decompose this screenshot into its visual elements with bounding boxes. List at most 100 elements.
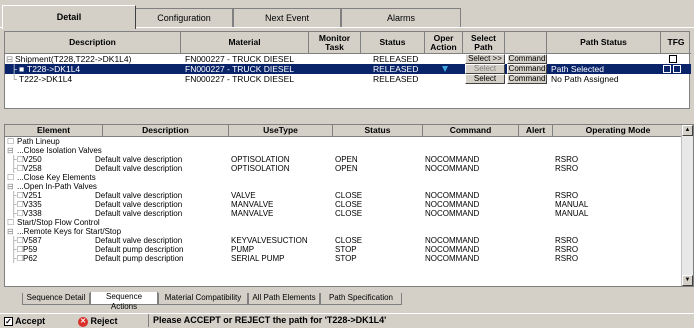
shipment-row-selected[interactable]: ├ ■ T228->DK1L4 FN000227 - TRUCK DIESEL … xyxy=(5,64,691,74)
scroll-down-icon[interactable]: ▼ xyxy=(682,275,693,286)
accept-label: Accept xyxy=(15,316,46,326)
scroll-up-icon[interactable]: ▲ xyxy=(682,125,693,136)
operating-mode-cell: RSRO xyxy=(555,155,579,164)
group-row[interactable]: ☐ ...Close Key Elements xyxy=(5,173,683,182)
tree-node-icon[interactable]: ├☐ xyxy=(11,191,24,200)
description-cell: Default valve description xyxy=(95,155,183,164)
tab-next-event[interactable]: Next Event xyxy=(233,8,341,28)
accept-button[interactable]: ✓ Accept xyxy=(4,315,64,328)
element-cell: ...Close Key Elements xyxy=(17,173,96,182)
table-row[interactable]: ├☐ V335 Default valve description MANVALVE C… xyxy=(5,200,683,209)
row-material: FN000227 - TRUCK DIESEL xyxy=(185,64,294,74)
tab-sequence-actions[interactable]: Sequence Actions xyxy=(90,292,158,311)
table-row[interactable]: ├☐ P62 Default pump description SERIAL PUMP… xyxy=(5,254,683,263)
status-message: Please ACCEPT or REJECT the path for 'T2… xyxy=(148,314,386,327)
table-row[interactable]: ├☐ V258 Default valve description OPTISOLAT… xyxy=(5,164,683,173)
vertical-scrollbar[interactable]: ▲ ▼ xyxy=(681,125,693,286)
command-button[interactable]: Command xyxy=(507,54,547,64)
expand-icon[interactable]: ⊟ xyxy=(7,146,14,155)
col-usetype[interactable]: UseType xyxy=(229,125,333,137)
row-status: RELEASED xyxy=(373,54,419,64)
tree-node-icon[interactable]: ├☐ xyxy=(11,245,24,254)
table-row[interactable]: ├☐ V587 Default valve description KEYVALVES… xyxy=(5,236,683,245)
col-command[interactable]: Command xyxy=(423,125,519,137)
element-cell: ...Close Isolation Valves xyxy=(17,146,102,155)
col-description[interactable]: Description xyxy=(103,125,229,137)
col-operating-mode[interactable]: Operating Mode xyxy=(553,125,683,137)
shipment-row[interactable]: ⊟ Shipment(T228,T222->DK1L4) FN000227 - … xyxy=(5,54,691,64)
group-row[interactable]: ⊟ ...Close Isolation Valves xyxy=(5,146,683,155)
group-row[interactable]: ⊟ ...Remote Keys for Start/Stop xyxy=(5,227,683,236)
select-button[interactable]: Select xyxy=(465,74,505,84)
expand-icon[interactable]: ☐ xyxy=(7,218,14,227)
expand-icon[interactable]: ⊟ xyxy=(7,227,14,236)
table-row[interactable]: ├☐ V250 Default valve description OPTISOLAT… xyxy=(5,155,683,164)
description-cell: Default valve description xyxy=(95,209,183,218)
group-row[interactable]: ⊟ ...Open In-Path Valves xyxy=(5,182,683,191)
usetype-cell: SERIAL PUMP xyxy=(231,254,285,263)
col-material[interactable]: Material xyxy=(181,32,309,54)
col-description[interactable]: Description xyxy=(5,32,181,54)
reject-label: Reject xyxy=(90,316,118,326)
col-tfg[interactable]: TFG xyxy=(661,32,691,54)
col-command[interactable] xyxy=(505,32,547,54)
row-path-status xyxy=(551,54,659,64)
tree-node-icon[interactable]: ├☐ xyxy=(11,200,24,209)
col-select-path[interactable]: Select Path xyxy=(463,32,505,54)
tfg-icon[interactable] xyxy=(669,55,677,63)
collapse-icon[interactable]: ⊟ xyxy=(6,54,13,64)
command-button[interactable]: Command xyxy=(507,64,547,74)
select-button[interactable]: Select >> xyxy=(465,54,505,64)
table-row[interactable]: ├☐ P59 Default pump description PUMP STOP NOC… xyxy=(5,245,683,254)
tab-path-specification[interactable]: Path Specification xyxy=(320,293,402,305)
group-row[interactable]: ☐ Start/Stop Flow Control xyxy=(5,218,683,227)
col-path-status[interactable]: Path Status xyxy=(547,32,661,54)
col-status[interactable]: Status xyxy=(333,125,423,137)
shipment-grid-header: Description Material Monitor Task Status… xyxy=(5,32,691,54)
tab-all-path-elements[interactable]: All Path Elements xyxy=(248,293,320,305)
tfg-icon[interactable] xyxy=(673,65,681,73)
status-cell: OPEN xyxy=(335,155,358,164)
shipment-row[interactable]: └ T222->DK1L4 FN000227 - TRUCK DIESEL RE… xyxy=(5,74,691,84)
expand-icon[interactable]: ☐ xyxy=(7,137,14,146)
col-status[interactable]: Status xyxy=(361,32,425,54)
status-cell: CLOSE xyxy=(335,200,363,209)
row-description: T222->DK1L4 xyxy=(19,74,73,84)
col-monitor-task[interactable]: Monitor Task xyxy=(309,32,361,54)
tab-sequence-detail[interactable]: Sequence Detail xyxy=(22,293,90,305)
tab-material-compatibility[interactable]: Material Compatibility xyxy=(158,293,248,305)
tree-node-icon[interactable]: ├☐ xyxy=(11,164,24,173)
operating-mode-cell: MANUAL xyxy=(555,209,589,218)
expand-icon[interactable]: ☐ xyxy=(7,173,14,182)
tree-node-icon[interactable]: ├☐ xyxy=(11,254,24,263)
shield-icon[interactable] xyxy=(441,65,449,73)
select-button[interactable]: Select xyxy=(465,64,505,74)
element-cell: P62 xyxy=(23,254,38,263)
table-row[interactable]: ├☐ V338 Default valve description MANVALVE C… xyxy=(5,209,683,218)
command-cell: NOCOMMAND xyxy=(425,254,480,263)
tab-alarms[interactable]: Alarms xyxy=(341,8,461,28)
expand-icon[interactable]: ⊟ xyxy=(7,182,14,191)
command-button[interactable]: Command xyxy=(507,74,547,84)
tfg-icon[interactable] xyxy=(663,65,671,73)
tree-node-icon[interactable]: ├☐ xyxy=(11,236,24,245)
element-cell: ...Remote Keys for Start/Stop xyxy=(17,227,122,236)
tab-detail[interactable]: Detail xyxy=(2,5,136,29)
col-alert[interactable]: Alert xyxy=(519,125,553,137)
description-cell: Default pump description xyxy=(95,254,184,263)
element-cell: V587 xyxy=(23,236,42,245)
col-element[interactable]: Element xyxy=(5,125,103,137)
row-path-status: No Path Assigned xyxy=(551,74,619,84)
tree-node-icon[interactable]: ├☐ xyxy=(11,155,24,164)
reject-button[interactable]: ✕ Reject xyxy=(78,315,142,328)
tree-node-icon[interactable]: ├☐ xyxy=(11,209,24,218)
row-description: Shipment(T228,T222->DK1L4) xyxy=(15,54,132,64)
table-row[interactable]: ├☐ V251 Default valve description VALVE CLOS… xyxy=(5,191,683,200)
col-oper-action[interactable]: Oper Action xyxy=(425,32,463,54)
group-row[interactable]: ☐ Path Lineup xyxy=(5,137,683,146)
operating-mode-cell: MANUAL xyxy=(555,200,589,209)
usetype-cell: PUMP xyxy=(231,245,255,254)
row-checkbox-icon[interactable]: ■ xyxy=(19,64,24,74)
usetype-cell: KEYVALVESUCTION xyxy=(231,236,308,245)
tab-configuration[interactable]: Configuration xyxy=(135,8,233,28)
